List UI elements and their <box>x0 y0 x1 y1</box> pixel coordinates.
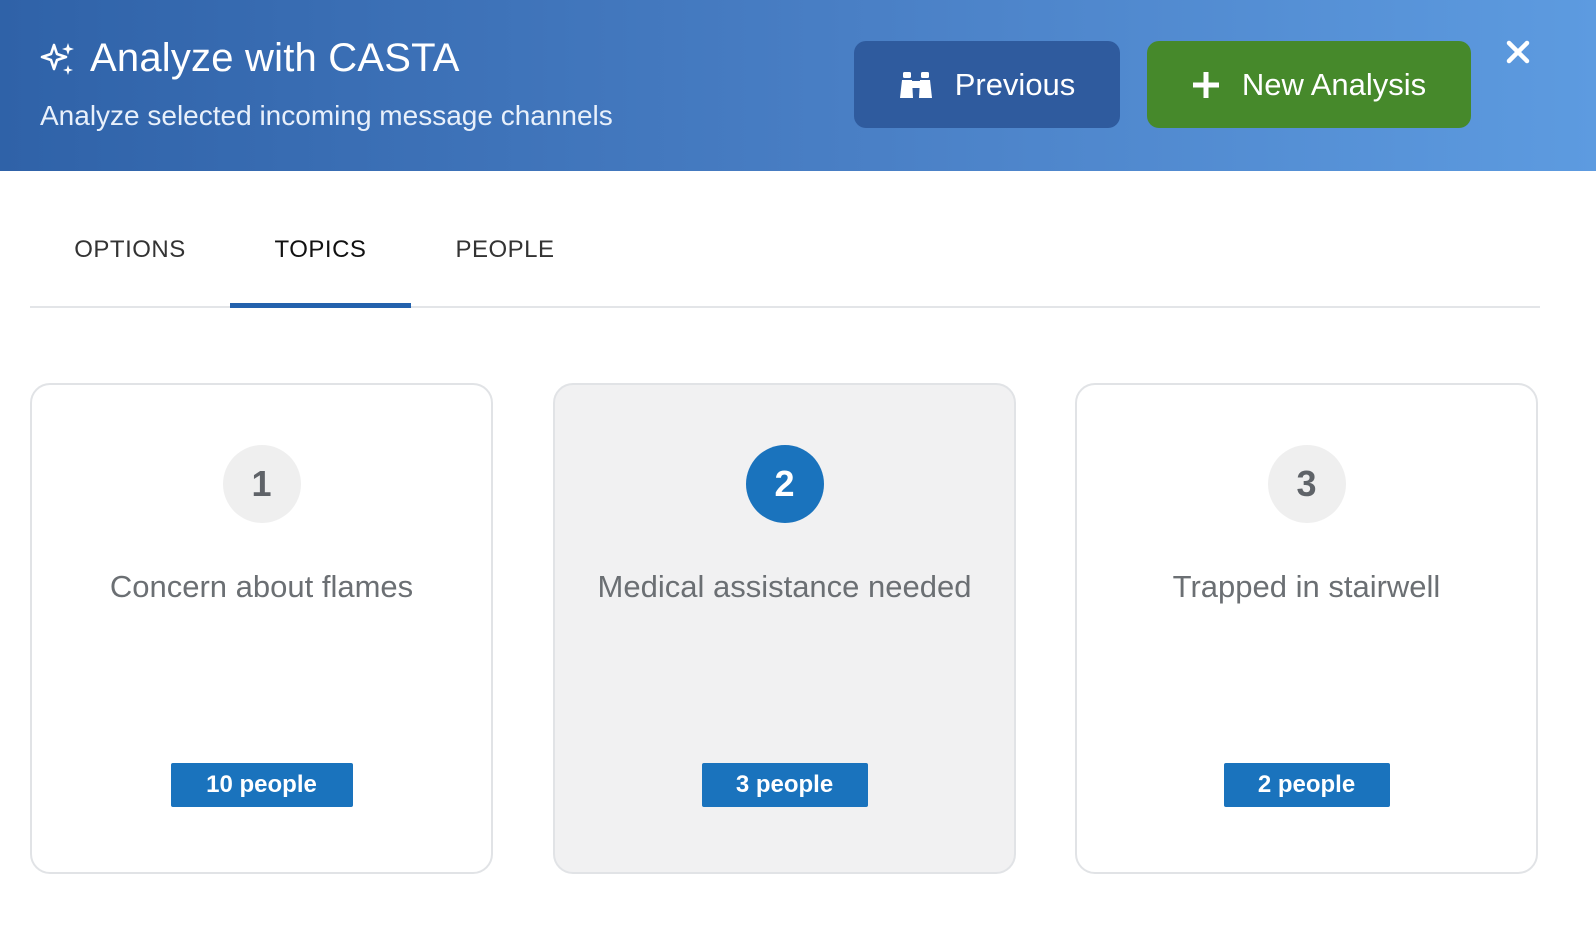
tab-options[interactable]: OPTIONS <box>50 210 210 306</box>
plus-icon <box>1192 71 1220 99</box>
new-analysis-button[interactable]: New Analysis <box>1147 41 1471 128</box>
topic-card-1[interactable]: 1 Concern about flames 10 people <box>30 383 493 874</box>
topic-number: 2 <box>745 445 824 523</box>
dialog-title: Analyze with CASTA <box>90 36 460 80</box>
topic-title: Medical assistance needed <box>597 569 972 604</box>
topic-title: Trapped in stairwell <box>1172 569 1441 604</box>
people-count-badge: 2 people <box>1223 763 1390 807</box>
topic-card-2[interactable]: 2 Medical assistance needed 3 people <box>553 383 1016 874</box>
people-count-badge: 10 people <box>170 763 353 807</box>
tab-bar: OPTIONS TOPICS PEOPLE <box>30 210 1540 308</box>
active-tab-indicator <box>230 303 411 308</box>
people-count-badge: 3 people <box>701 763 868 807</box>
topic-number: 1 <box>222 445 301 523</box>
close-button[interactable] <box>1502 36 1534 68</box>
tab-topics[interactable]: TOPICS <box>230 210 411 306</box>
dialog-subtitle: Analyze selected incoming message channe… <box>40 100 613 131</box>
previous-button[interactable]: Previous <box>854 41 1120 128</box>
topic-card-3[interactable]: 3 Trapped in stairwell 2 people <box>1075 383 1538 874</box>
previous-label: Previous <box>954 66 1076 102</box>
topic-title: Concern about flames <box>109 569 414 604</box>
binoculars-icon <box>899 70 933 100</box>
tab-people[interactable]: PEOPLE <box>440 210 570 306</box>
sparkle-icon <box>40 42 74 75</box>
title-row: Analyze with CASTA <box>38 36 460 81</box>
close-icon <box>1506 40 1530 64</box>
dialog-header: Analyze with CASTA Analyze selected inco… <box>0 0 1596 171</box>
new-analysis-label: New Analysis <box>1241 66 1427 102</box>
topic-number: 3 <box>1267 445 1346 523</box>
